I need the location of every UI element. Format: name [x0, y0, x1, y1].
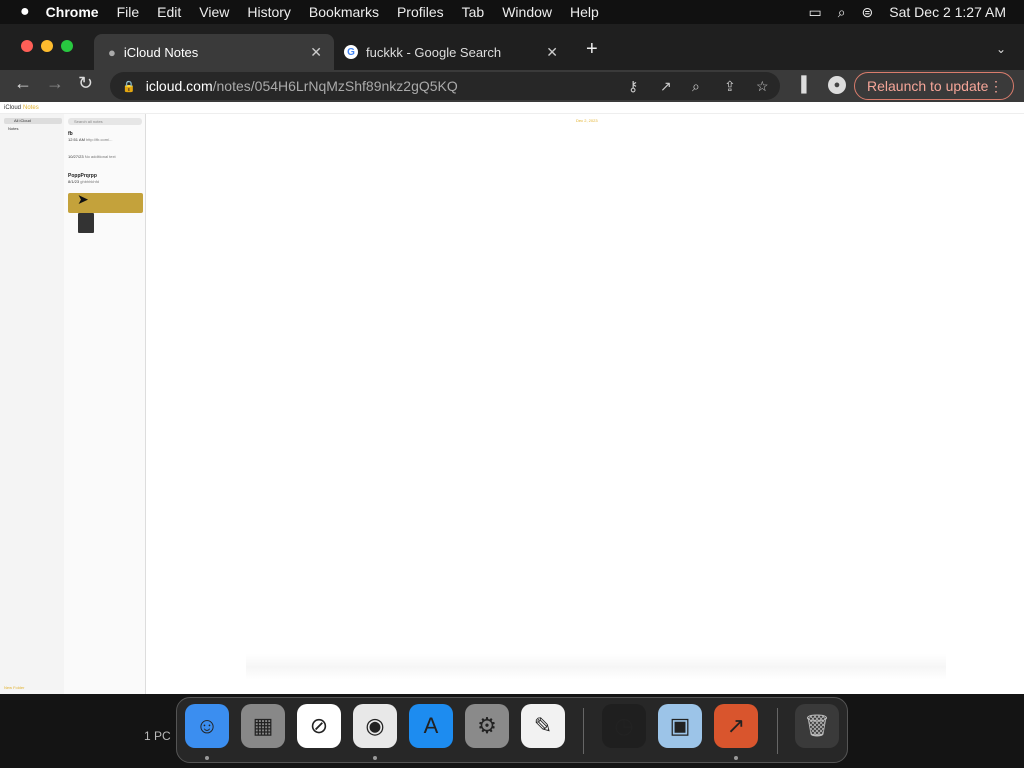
dock-clock-icon[interactable]: ◷ — [602, 704, 646, 748]
note-thumbnail — [78, 213, 94, 233]
running-indicator — [205, 756, 209, 760]
menu-tab[interactable]: Tab — [462, 4, 485, 20]
profile-avatar-icon[interactable]: ● — [828, 76, 846, 94]
control-center-icon[interactable]: ⊜ — [862, 4, 874, 21]
dock-separator — [583, 708, 584, 754]
desktop-item-label[interactable]: 1 PC — [144, 729, 171, 743]
dock-preview-icon[interactable]: ▣ — [658, 704, 702, 748]
menu-bookmarks[interactable]: Bookmarks — [309, 4, 379, 20]
back-arrow-icon[interactable]: ← — [14, 73, 32, 94]
icloud-logo: iCloud — [4, 104, 22, 111]
minimize-window-button[interactable] — [41, 40, 53, 52]
menu-view[interactable]: View — [199, 4, 229, 20]
more-vertical-icon[interactable]: ⋮ — [989, 78, 1003, 95]
note-time: 8/1/23 — [68, 179, 80, 184]
url-host: icloud.com — [145, 78, 213, 94]
dock-chrome-icon[interactable]: ◉ — [353, 704, 397, 748]
mouse-cursor-icon: ➤ — [77, 191, 89, 207]
note-editor[interactable]: Dec 2, 2023 — [146, 114, 1024, 694]
open-external-icon[interactable]: ↗ — [660, 78, 672, 95]
zoom-window-button[interactable] — [61, 40, 73, 52]
tab-close-icon[interactable]: ✕ — [546, 44, 558, 61]
note-snippet: ghbhhkhfd — [80, 179, 99, 184]
new-folder-button[interactable]: New Folder — [4, 685, 24, 690]
url-path: /notes/054H6LrNqMzShf89nkz2gQ5KQ — [212, 78, 458, 94]
running-indicator — [373, 756, 377, 760]
folder-notes[interactable]: Notes — [8, 126, 18, 131]
apple-favicon-icon: ● — [108, 44, 116, 60]
bookmark-star-icon[interactable]: ☆ — [756, 78, 769, 95]
menu-edit[interactable]: Edit — [157, 4, 181, 20]
menu-help[interactable]: Help — [570, 4, 599, 20]
notes-app-label: Notes — [23, 104, 39, 111]
dock-safari-icon[interactable]: ⊘ — [297, 704, 341, 748]
dock-app-store-icon[interactable]: A — [409, 704, 453, 748]
tab-title: iCloud Notes — [123, 44, 199, 60]
dock-textedit-icon[interactable]: ✎ — [521, 704, 565, 748]
menu-bar: ● Chrome File Edit View History Bookmark… — [0, 0, 1024, 24]
app-menu-chrome[interactable]: Chrome — [46, 4, 99, 20]
zoom-icon[interactable]: ⌕ — [692, 78, 700, 95]
dock-separator — [777, 708, 778, 754]
menu-history[interactable]: History — [247, 4, 291, 20]
web-page-icloud-notes: iCloud Notes All iCloud Notes New Folder… — [0, 102, 1024, 694]
tab-strip: ● iCloud Notes ✕ G fuckkk - Google Searc… — [0, 24, 1024, 70]
dock: ☺ ▦ ⊘ ◉ A ⚙ ✎ ◷ ▣ ↗ 🗑 — [176, 697, 848, 763]
share-icon[interactable]: ⇪ — [724, 78, 736, 95]
menu-profiles[interactable]: Profiles — [397, 4, 444, 20]
tab-close-icon[interactable]: ✕ — [310, 44, 322, 61]
folder-all-icloud[interactable]: All iCloud — [4, 118, 62, 124]
menu-file[interactable]: File — [117, 4, 140, 20]
close-window-button[interactable] — [21, 40, 33, 52]
folders-sidebar: All iCloud Notes New Folder — [0, 114, 64, 694]
reload-icon[interactable]: ↻ — [78, 73, 93, 94]
tab-title: fuckkk - Google Search — [366, 44, 502, 60]
note-time: 12:51 AM — [68, 137, 85, 142]
icloud-header: iCloud Notes — [0, 102, 1024, 114]
spotlight-search-icon[interactable]: ⌕ — [838, 4, 846, 21]
google-favicon-icon: G — [344, 45, 358, 59]
lock-icon: 🔒 — [122, 80, 136, 93]
menu-clock[interactable]: Sat Dec 2 1:27 AM — [889, 4, 1006, 20]
note-date: Dec 2, 2023 — [576, 118, 598, 123]
note-time: 10/27/23 — [68, 154, 84, 159]
relaunch-label: Relaunch to update — [867, 78, 989, 94]
dock-remote-desktop-icon[interactable]: ↗ — [714, 704, 758, 748]
note-item[interactable]: 10/27/23 No additional text — [68, 154, 142, 159]
key-icon[interactable]: ⚷ — [628, 78, 638, 95]
dock-finder-icon[interactable]: ☺ — [185, 704, 229, 748]
running-indicator — [734, 756, 738, 760]
note-item[interactable]: fb 12:51 AM http://fb.com/... — [68, 132, 142, 143]
tab-search-chevron-icon[interactable]: ⌄ — [996, 42, 1006, 56]
note-snippet: No additional text — [84, 154, 116, 159]
address-bar[interactable]: 🔒 icloud.com/notes/054H6LrNqMzShf89nkz2g… — [110, 72, 780, 100]
forward-arrow-icon[interactable]: → — [46, 73, 64, 94]
relaunch-to-update-button[interactable]: Relaunch to update ⋮ — [854, 72, 1014, 100]
note-snippet: http://fb.com/... — [86, 137, 113, 142]
dock-system-settings-icon[interactable]: ⚙ — [465, 704, 509, 748]
dock-trash-icon[interactable]: 🗑 — [795, 704, 839, 748]
apple-menu-icon[interactable]: ● — [20, 3, 30, 21]
side-panel-icon[interactable]: ▐ — [796, 76, 807, 93]
tab-icloud-notes[interactable]: ● iCloud Notes ✕ — [94, 34, 334, 70]
new-tab-plus-icon[interactable]: + — [586, 38, 598, 61]
screen-mirroring-icon[interactable]: ▭ — [808, 4, 821, 21]
editor-fade — [246, 654, 946, 680]
tab-google-search[interactable]: G fuckkk - Google Search ✕ — [336, 34, 570, 70]
note-item[interactable]: PoppPrqrpp 8/1/23 ghbhhkhfd — [68, 174, 142, 185]
menu-window[interactable]: Window — [502, 4, 552, 20]
search-notes-input[interactable]: Search all notes — [68, 118, 142, 125]
dock-launchpad-icon[interactable]: ▦ — [241, 704, 285, 748]
browser-toolbar: ← → ↻ 🔒 icloud.com/notes/054H6LrNqMzShf8… — [0, 70, 1024, 102]
